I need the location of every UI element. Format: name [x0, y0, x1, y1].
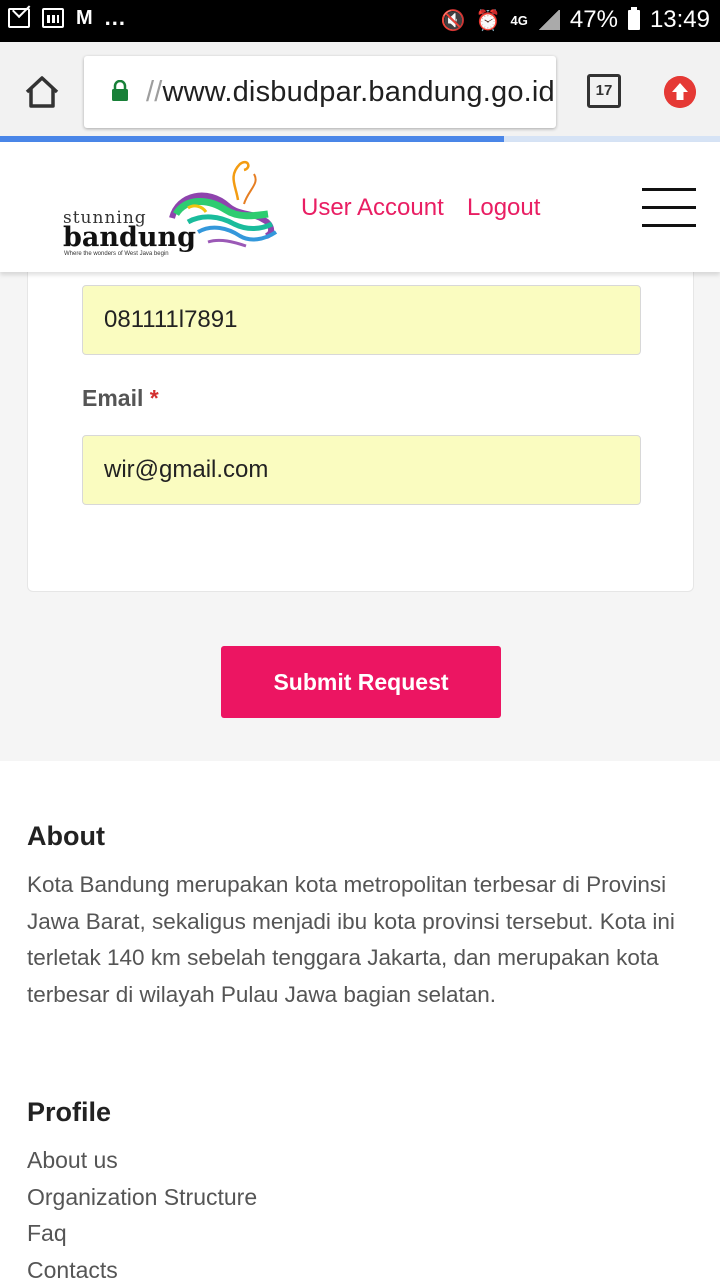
- lock-icon: [112, 80, 128, 101]
- status-bar: M ... 🔇 ⏰ 4G 47% 13:49: [0, 0, 720, 42]
- update-icon[interactable]: [664, 76, 696, 108]
- url-text: //www.disbudpar.bandung.go.id: [146, 76, 555, 109]
- calendar-icon: [42, 8, 64, 28]
- phone-field[interactable]: [82, 285, 641, 355]
- required-mark: *: [149, 385, 159, 411]
- clock: 13:49: [649, 6, 710, 33]
- tab-switcher-button[interactable]: 17: [587, 74, 621, 108]
- home-icon[interactable]: [24, 74, 60, 110]
- system-icons: 🔇 ⏰ 4G 47% 13:49: [441, 6, 710, 34]
- menu-icon[interactable]: [642, 188, 696, 227]
- battery-icon: [627, 7, 640, 30]
- url-host: www.disbudpar.bandung.go.id: [162, 76, 555, 108]
- profile-link-about-us[interactable]: About us: [27, 1142, 257, 1179]
- battery-percent: 47%: [569, 6, 618, 33]
- site-header: stunning bandung Where the wonders of We…: [0, 142, 720, 272]
- user-account-link[interactable]: User Account: [301, 194, 444, 222]
- profile-link-organization-structure[interactable]: Organization Structure: [27, 1179, 257, 1216]
- alarm-icon: ⏰: [475, 9, 501, 32]
- mute-icon: 🔇: [440, 9, 466, 32]
- address-bar[interactable]: //www.disbudpar.bandung.go.id: [84, 56, 556, 128]
- url-scheme: //: [146, 76, 163, 108]
- submit-request-button[interactable]: Submit Request: [221, 646, 501, 718]
- about-text: Kota Bandung merupakan kota metropolitan…: [27, 872, 675, 1007]
- logout-link[interactable]: Logout: [467, 194, 540, 222]
- stunning-bandung-logo[interactable]: stunning bandung Where the wonders of We…: [60, 158, 280, 258]
- mail-icon: [8, 8, 30, 28]
- form-card: Email *: [27, 262, 694, 592]
- profile-link-faq[interactable]: Faq: [27, 1215, 257, 1252]
- network-label: 4G: [510, 12, 528, 28]
- footer: About Kota Bandung merupakan kota metrop…: [0, 761, 720, 1280]
- logo-swirl-icon: [169, 160, 278, 248]
- profile-link-contacts[interactable]: Contacts: [27, 1252, 257, 1280]
- logo-tagline: Where the wonders of West Java begin: [64, 251, 169, 257]
- notification-icons: M ...: [8, 5, 127, 30]
- email-label-text: Email: [82, 385, 144, 411]
- browser-toolbar: //www.disbudpar.bandung.go.id 17: [0, 42, 720, 142]
- about-heading: About: [27, 821, 105, 851]
- form-section: Email * Submit Request: [0, 262, 720, 761]
- more-notifications: ...: [104, 5, 127, 30]
- gmail-icon: M: [76, 7, 93, 29]
- email-label: Email *: [82, 385, 159, 412]
- profile-links: About us Organization Structure Faq Cont…: [27, 1142, 257, 1280]
- signal-icon: [537, 10, 560, 30]
- profile-heading: Profile: [27, 1097, 112, 1127]
- email-field[interactable]: [82, 435, 641, 505]
